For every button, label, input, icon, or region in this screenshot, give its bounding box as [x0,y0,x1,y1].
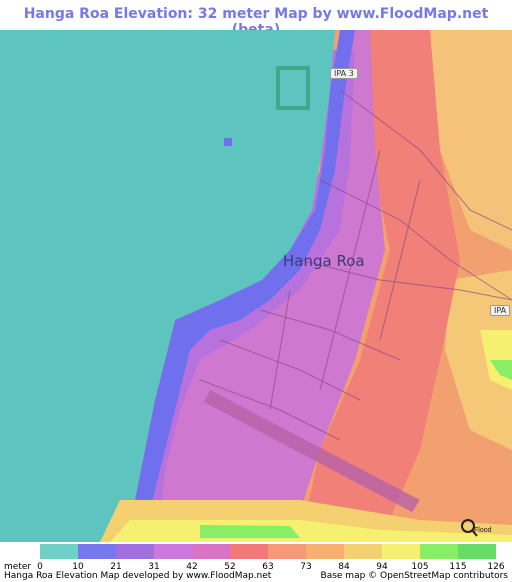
footer-credit: Hanga Roa Elevation Map developed by www… [4,571,272,581]
road-label-ipa3: IPA 3 [330,68,358,79]
legend-swatch [154,544,192,559]
footer-basemap: Base map © OpenStreetMap contributors [320,571,508,581]
legend-swatch [78,544,116,559]
legend-swatch [40,544,78,559]
legend-swatch [458,544,496,559]
road-label-ipa: IPA [490,305,511,316]
floodmap-logo: Flood [460,518,500,542]
legend-bar [0,544,512,562]
legend-swatch [230,544,268,559]
footer: Hanga Roa Elevation Map developed by www… [0,571,512,582]
legend-swatch [382,544,420,559]
svg-text:Flood: Flood [474,527,492,534]
elevation-map[interactable]: Hanga Roa IPA 3 IPA Flood [0,30,512,542]
legend-swatch [268,544,306,559]
legend-swatch [344,544,382,559]
map-canvas [0,30,512,542]
legend-swatch [306,544,344,559]
legend-swatch [116,544,154,559]
title-bar: Hanga Roa Elevation: 32 meter Map by www… [0,0,512,38]
legend-swatch [420,544,458,559]
legend-swatch [192,544,230,559]
city-label: Hanga Roa [283,252,365,270]
